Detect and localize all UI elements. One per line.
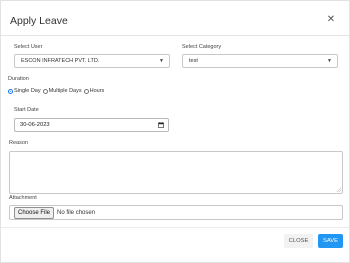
select-user-label: Select User [14,44,43,50]
start-date-label: Start Date [14,107,39,113]
duration-label: Duration [8,76,29,82]
radio-single-day-label: Single Day [14,88,41,94]
start-date-input[interactable]: 30-06-2023 [14,118,169,132]
reason-textarea[interactable] [9,151,343,194]
radio-multiple-days[interactable]: Multiple Days [42,88,82,94]
resize-grip-icon[interactable] [336,187,341,192]
radio-button[interactable] [83,88,89,94]
attachment-label: Attachment [9,195,37,201]
select-user-dropdown[interactable]: ESCON INFRATECH PVT. LTD. ▼ [14,54,170,68]
file-status: No file chosen [57,209,96,216]
chevron-down-icon: ▼ [159,58,164,64]
radio-multiple-days-label: Multiple Days [48,88,82,94]
radio-button-selected[interactable] [8,88,13,94]
save-button[interactable]: SAVE [318,234,343,248]
dialog-title: Apply Leave [10,15,68,27]
select-category-label: Select Category [182,44,222,50]
radio-single-day[interactable]: Single Day [8,88,41,94]
select-user-value: ESCON INFRATECH PVT. LTD. [21,58,100,64]
calendar-icon[interactable] [158,122,164,128]
start-date-value: 30-06-2023 [20,122,50,128]
close-icon[interactable]: ✕ [324,13,338,27]
reason-label: Reason [9,140,28,146]
select-category-dropdown[interactable]: test ▼ [182,54,338,68]
radio-hours[interactable]: Hours [83,88,105,94]
radio-button[interactable] [42,88,48,94]
radio-hours-label: Hours [89,88,105,94]
chevron-down-icon: ▼ [327,58,332,64]
duration-radio-group: Single Day Multiple Days Hours [8,88,105,94]
header-divider [1,35,349,36]
choose-file-button[interactable]: Choose File [14,206,55,219]
close-button[interactable]: CLOSE [284,234,313,248]
select-category-value: test [189,58,198,64]
apply-leave-dialog: Apply Leave ✕ Select User ESCON INFRATEC… [0,0,350,263]
attachment-file-input[interactable]: Choose File No file chosen [9,205,343,220]
footer-divider [1,227,349,228]
